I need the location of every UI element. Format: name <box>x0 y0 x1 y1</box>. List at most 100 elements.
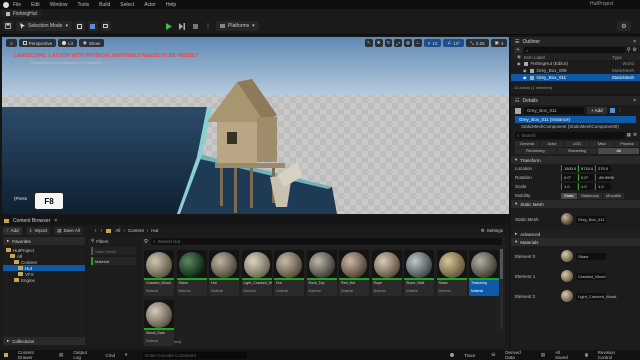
menu-build[interactable]: Build <box>99 2 110 8</box>
asset-tile[interactable]: Rock_Top Material <box>306 250 337 296</box>
asset-tile[interactable]: Rope Material <box>371 250 402 296</box>
add-button[interactable]: + Add <box>3 226 22 235</box>
location-z[interactable]: 270.0 <box>595 165 611 172</box>
asset-tile[interactable]: Hut Material <box>209 250 239 296</box>
close-icon[interactable]: × <box>633 39 636 45</box>
filter-icon[interactable]: ⚲ <box>144 239 148 245</box>
menu-tools[interactable]: Tools <box>77 2 89 8</box>
breadcrumb-item[interactable]: Content <box>128 228 144 233</box>
trace-button[interactable]: Trace <box>450 353 483 358</box>
content-drawer-button[interactable]: Content Drawer <box>4 350 51 360</box>
content-browser-title[interactable]: Content Browser <box>13 218 50 224</box>
static-mesh-section[interactable]: ▾ Static Mesh <box>511 200 640 208</box>
static-mesh-dropdown[interactable]: Grey_Box_011 <box>576 215 606 223</box>
rotation-x[interactable]: 0.0° <box>561 174 577 181</box>
instance-row[interactable]: Grey_Box_011 (Instance) <box>515 116 636 123</box>
asset-tile[interactable]: Cracked_Wood Material <box>144 250 174 296</box>
outliner-row[interactable]: ◉ Grey_Box_009 StaticMesh <box>511 67 640 74</box>
kebab-menu-icon[interactable]: ⋮ <box>618 108 623 114</box>
material-thumbnail[interactable] <box>561 290 573 302</box>
eye-icon[interactable]: ◉ <box>523 68 527 73</box>
show-button[interactable]: ◉ Show <box>78 39 105 47</box>
static-mesh-thumbnail[interactable] <box>561 213 573 225</box>
menu-edit[interactable]: Edit <box>31 2 40 8</box>
gear-icon[interactable]: ⚙ <box>633 47 637 53</box>
outliner-search-input[interactable]: ⌕ <box>524 47 625 53</box>
asset-search-input[interactable]: ⌕ Search Hut <box>151 238 502 245</box>
mobility-movable[interactable]: Movable <box>603 192 625 199</box>
scale-y[interactable]: 1.0 <box>578 183 594 190</box>
outliner-row[interactable]: ◉ FishingHut (Editor) World <box>511 60 640 67</box>
platforms-button[interactable]: Platforms ▾ <box>216 21 259 31</box>
asset-tile[interactable]: Wood_Dark Material <box>144 300 174 346</box>
details-tab-lod[interactable]: LOD <box>565 140 589 147</box>
scale-label[interactable]: Scale <box>515 184 561 189</box>
advanced-section[interactable]: ▸ Advanced <box>511 230 640 238</box>
revision-control-button[interactable]: Revision Control <box>584 350 632 360</box>
content-button[interactable] <box>74 21 85 31</box>
gear-icon[interactable]: ⚙ <box>633 132 637 138</box>
back-arrow-icon[interactable]: ‹ <box>95 228 97 234</box>
cinematics-button[interactable] <box>100 21 111 31</box>
grid-snap-button[interactable]: # 10 <box>423 39 442 47</box>
menu-window[interactable]: Window <box>50 2 68 8</box>
add-actor-button[interactable]: + <box>514 47 522 53</box>
asset-tile[interactable]: Straw Material <box>436 250 467 296</box>
location-y[interactable]: 5715.0 <box>578 165 594 172</box>
output-log-button[interactable]: ▤ Output Log <box>59 350 97 360</box>
item-label-column[interactable]: Item Label <box>524 55 545 60</box>
outliner-row[interactable]: ◉ Grey_Box_011 StaticMesh <box>511 74 640 81</box>
select-tool-button[interactable]: ↖ <box>365 39 373 47</box>
rotation-z[interactable]: -89.9999 <box>595 174 614 181</box>
mobility-stationary[interactable]: Stationary <box>578 192 603 199</box>
materials-section[interactable]: ▾ Materials <box>511 238 640 246</box>
play-options-button[interactable]: ⋮ <box>203 21 213 31</box>
material-dropdown[interactable]: Cracked_Wood <box>576 272 606 280</box>
material-thumbnail[interactable] <box>561 270 573 282</box>
perspective-button[interactable]: Perspective <box>18 39 57 47</box>
derived-data-button[interactable]: ⛁ Derived Data <box>491 350 532 360</box>
rotation-y[interactable]: 0.0° <box>578 174 594 181</box>
material-dropdown[interactable]: Straw <box>576 252 606 260</box>
forward-arrow-icon[interactable]: › <box>101 228 103 234</box>
unreal-logo-icon[interactable] <box>3 1 9 8</box>
rotation-snap-button[interactable]: ∠ 10° <box>443 39 465 47</box>
folder-tree-item[interactable]: Engine <box>3 277 85 283</box>
settings-button[interactable]: ⚙ Settings <box>481 228 503 234</box>
details-tab-misc[interactable]: Misc <box>590 140 614 147</box>
menu-file[interactable]: File <box>13 2 21 8</box>
save-status-button[interactable]: ▤ All Saved <box>541 350 577 360</box>
material-dropdown[interactable]: Light_Cracked_Wood <box>576 292 616 300</box>
asset-tile[interactable]: Red_Hut Material <box>339 250 369 296</box>
cmd-dropdown[interactable]: Cmd ▾ <box>105 352 135 358</box>
details-tab-rendering[interactable]: Rendering <box>515 147 556 154</box>
filter-material[interactable]: Material <box>91 257 136 265</box>
grid-view-icon[interactable]: ▦ <box>627 132 631 138</box>
close-icon[interactable]: × <box>54 218 57 224</box>
play-button[interactable] <box>164 21 174 31</box>
favorites-section[interactable]: ▸ Favorites <box>3 237 85 245</box>
scale-snap-button[interactable]: ⤡ 0.25 <box>466 39 489 47</box>
details-tab-physics[interactable]: Physics <box>615 140 639 147</box>
asset-tile[interactable]: Hut Material <box>274 250 304 296</box>
scale-tool-button[interactable]: ⤢ <box>394 39 402 47</box>
add-component-button[interactable]: + Add <box>587 107 607 114</box>
menu-actor[interactable]: Actor <box>144 2 156 8</box>
eye-icon[interactable]: ◉ <box>523 75 527 80</box>
scroll-thumb[interactable] <box>500 249 503 279</box>
collections-section[interactable]: ▸ Collections <box>3 337 85 345</box>
selected-object-name[interactable]: Grey_Box_011 <box>524 107 584 114</box>
step-button[interactable] <box>177 21 187 31</box>
scale-z[interactable]: 1.0 <box>595 183 611 190</box>
breadcrumb-item[interactable]: All <box>115 228 120 233</box>
save-all-button[interactable]: ▤ Save All <box>54 226 83 235</box>
menu-select[interactable]: Select <box>120 2 134 8</box>
rotate-tool-button[interactable]: ↻ <box>384 39 393 47</box>
selection-mode-button[interactable]: Selection Mode ▾ <box>16 21 72 31</box>
camera-speed-button[interactable]: ▣ 4 <box>490 39 508 47</box>
details-tab-streaming[interactable]: Streaming <box>556 147 598 154</box>
asset-scrollbar[interactable] <box>500 249 503 329</box>
project-tab[interactable]: FishingHut <box>2 10 41 17</box>
asset-tile[interactable]: Thatching Material <box>469 250 499 296</box>
details-tab-general[interactable]: General <box>515 140 539 147</box>
